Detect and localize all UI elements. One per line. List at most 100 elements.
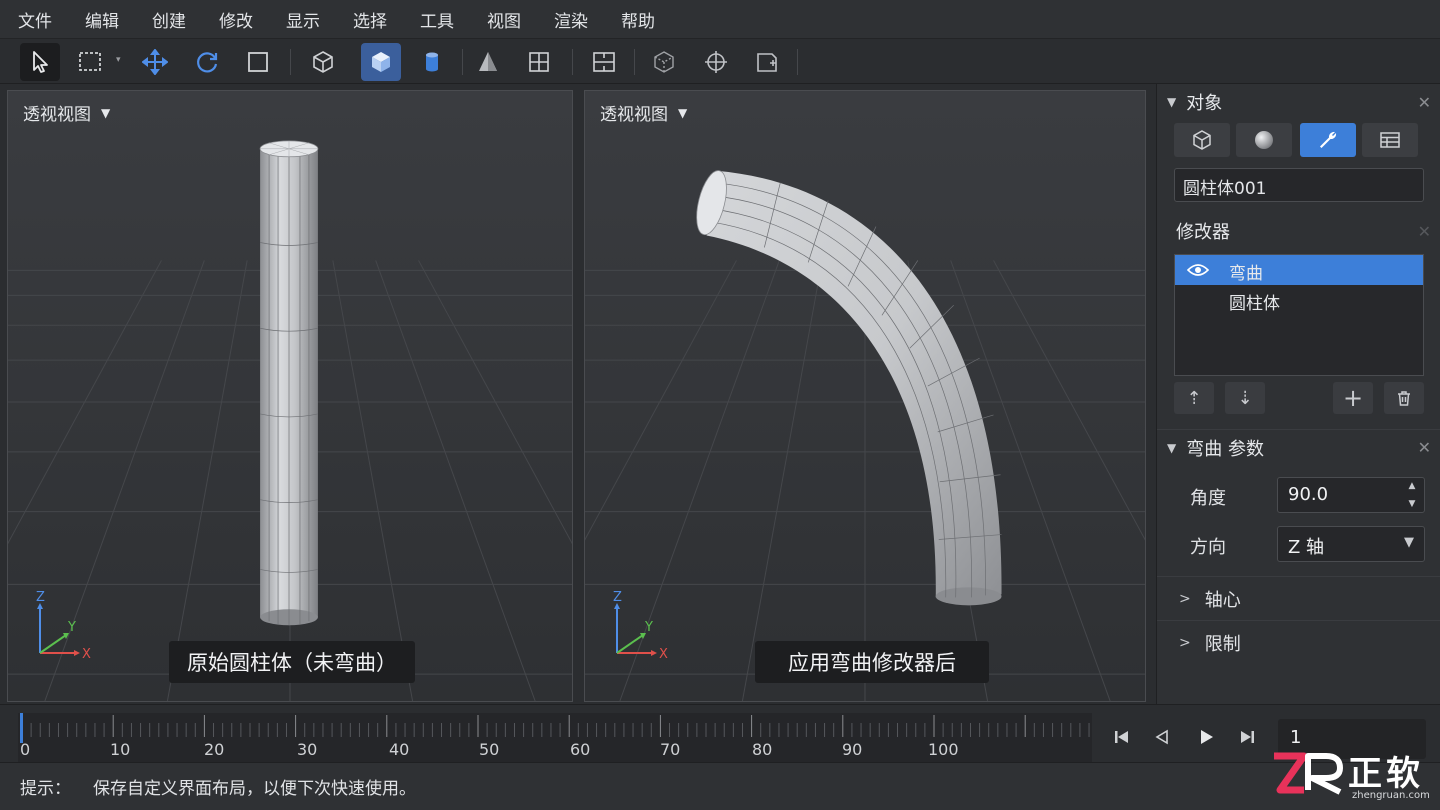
timeline: 0 10 20 30 40 50 60 70 80 90 100 1 [0,704,1440,763]
viewport-title-label: 透视视图 [600,105,668,125]
viewport-right[interactable]: 透视视图 ▼ Z Y X 应用弯曲修改器后 [584,90,1146,702]
tick-label: 10 [110,740,131,759]
menu-view[interactable]: 视图 [487,7,521,32]
chevron-down-icon: ▼ [101,105,111,120]
menu-render[interactable]: 渲染 [554,7,588,32]
close-icon[interactable]: ✕ [1418,93,1431,112]
viewport-title-label: 透视视图 [23,105,91,125]
collapse-triangle-icon: ▼ [1167,440,1177,455]
axis-gizmo: Z Y X [613,590,668,662]
svg-text:Y: Y [67,620,76,635]
toolbar-divider [634,49,635,75]
svg-text:X: X [82,647,91,662]
collapse-triangle-icon: ▼ [1167,95,1177,109]
menu-edit[interactable]: 编辑 [85,7,119,32]
skip-forward-icon [1241,731,1254,743]
chevron-down-icon: ▼ [1404,535,1414,550]
svg-text:Y: Y [644,620,653,635]
timeline-ticks [21,715,1090,737]
limit-section-toggle[interactable]: > 限制 [1157,620,1440,664]
menu-file[interactable]: 文件 [18,7,52,32]
cone-button[interactable] [468,43,508,81]
modifier-section-title: 修改器 [1176,222,1230,243]
cube-icon [1193,130,1211,150]
move-up-button[interactable]: ⇡ [1174,382,1214,414]
move-icon [142,49,168,75]
rect-select-dropdown-icon[interactable]: ▾ [116,55,121,65]
pivot-section-toggle[interactable]: > 轴心 [1157,576,1440,620]
tick-label: 90 [842,740,863,759]
toolbar-divider [572,49,573,75]
cylinder-button[interactable] [412,43,452,81]
params-section-header[interactable]: ▼ 弯曲 参数 ✕ [1157,429,1440,465]
grid-quad-button[interactable] [519,43,559,81]
chevron-up-icon[interactable]: ▲ [1409,481,1416,491]
plus-icon: + [1342,384,1364,412]
object-name-field[interactable]: 圆柱体001 [1174,168,1424,202]
cone-icon [479,52,497,71]
rotate-tool-button[interactable] [187,43,227,81]
rotate-icon [197,52,218,73]
delete-modifier-button[interactable] [1384,382,1424,414]
eye-icon[interactable] [1187,262,1209,278]
go-to-end-button[interactable] [1232,723,1262,751]
snap-corner-icon [757,53,777,72]
viewport-caption-right: 应用弯曲修改器后 [755,641,989,683]
tab-object-material[interactable] [1236,123,1292,157]
viewport-title-right[interactable]: 透视视图 ▼ [600,100,687,125]
trash-icon [1398,391,1410,406]
close-icon[interactable]: ✕ [1418,222,1431,241]
move-down-button[interactable]: ⇣ [1225,382,1265,414]
direction-label: 方向 [1190,537,1226,558]
menu-display[interactable]: 显示 [286,7,320,32]
toolbar-divider [462,49,463,75]
add-modifier-button[interactable]: + [1333,382,1373,414]
menu-create[interactable]: 创建 [152,7,186,32]
angle-input[interactable]: 90.0 ▲ ▼ [1277,477,1425,513]
direction-select[interactable]: Z 轴 ▼ [1277,526,1425,562]
chevron-down-icon[interactable]: ▼ [1409,499,1416,509]
status-message: 保存自定义界面布局，以便下次快速使用。 [93,779,416,799]
viewport-title-left[interactable]: 透视视图 ▼ [23,100,110,125]
snap-corner-button[interactable] [747,43,787,81]
tab-object-modifiers[interactable] [1300,123,1356,157]
previous-frame-button[interactable] [1147,723,1177,751]
svg-text:Z: Z [613,590,622,605]
tick-label: 0 [20,740,31,759]
menu-help[interactable]: 帮助 [621,7,655,32]
chevron-right-icon: > [1179,634,1191,651]
angle-spinner[interactable]: ▲ ▼ [1404,481,1420,509]
crosshair-button[interactable] [696,43,736,81]
menu-select[interactable]: 选择 [353,7,387,32]
box-wire-button[interactable] [644,43,684,81]
select-tool-button[interactable] [20,43,60,81]
zr-logo-icon [1274,752,1343,795]
tab-object-cube[interactable] [1174,123,1230,157]
menu-tools[interactable]: 工具 [420,7,454,32]
cube-wire-button[interactable] [303,43,343,81]
rect-select-button[interactable] [70,43,110,81]
modifier-item-label: 圆柱体 [1229,294,1280,314]
viewport-left[interactable]: 透视视图 ▼ Z Y X 原始圆柱体（未弯曲） [7,90,573,702]
status-bar: 提示： 保存自定义界面布局，以便下次快速使用。 [0,762,1440,810]
timeline-ruler[interactable]: 0 10 20 30 40 50 60 70 80 90 100 [18,713,1092,763]
scale-tool-button[interactable] [238,43,278,81]
cube-solid-button[interactable] [361,43,401,81]
playhead[interactable] [20,713,23,743]
chevron-right-icon: > [1179,590,1191,607]
menu-modify[interactable]: 修改 [219,7,253,32]
play-button[interactable] [1191,723,1221,751]
modifier-item-bend[interactable]: 弯曲 [1175,255,1423,285]
go-to-start-button[interactable] [1107,723,1137,751]
close-icon[interactable]: ✕ [1418,438,1431,457]
modifier-item-cylinder[interactable]: 圆柱体 [1175,285,1423,315]
object-section-header[interactable]: ▼ 对象 ✕ [1157,84,1440,120]
move-tool-button[interactable] [135,43,175,81]
cylinder-icon [426,52,438,72]
viewport-layout-button[interactable] [584,43,624,81]
tick-label: 40 [389,740,410,759]
direction-value: Z 轴 [1288,537,1325,558]
tab-object-table[interactable] [1362,123,1418,157]
arrow-up-icon: ⇡ [1186,387,1202,409]
tick-label: 60 [570,740,591,759]
